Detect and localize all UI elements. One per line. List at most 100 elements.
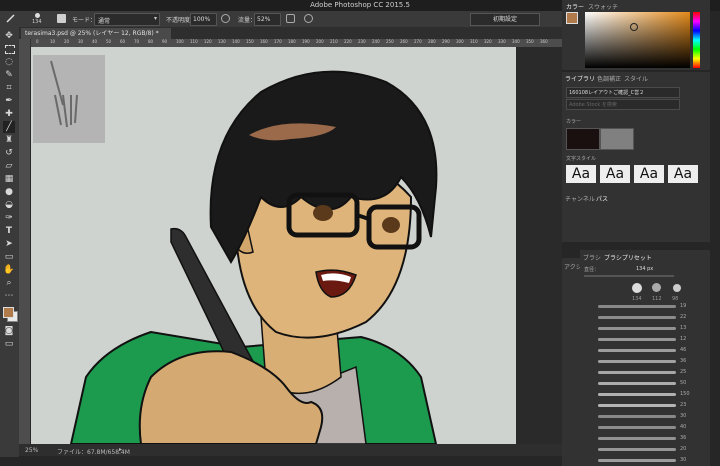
pen-tool-icon[interactable]: ✑: [3, 212, 15, 224]
tab-color[interactable]: カラー: [566, 2, 584, 11]
brush-tool-icon[interactable]: ╱: [3, 121, 15, 133]
brush-size-value: 134: [32, 19, 42, 25]
shape-tool-icon[interactable]: ▭: [3, 251, 15, 263]
brush-cursor-preview: [33, 55, 105, 143]
type-tool-icon[interactable]: T: [3, 225, 15, 237]
status-menu-icon[interactable]: ▸: [119, 446, 122, 453]
preset-brush-2[interactable]: [650, 281, 664, 295]
crop-tool-icon[interactable]: ⌗: [3, 82, 15, 94]
ruler-tick: 100: [176, 39, 184, 44]
brush-stroke-preview: [598, 393, 676, 396]
chevron-down-icon: ▾: [153, 15, 157, 22]
dodge-tool-icon[interactable]: ◒: [3, 199, 15, 211]
library-panel: ライブラリ 色調補正 スタイル 160108レイアウトご確認_C営２ Adobe…: [562, 72, 710, 192]
library-swatch-2[interactable]: [600, 128, 634, 150]
marquee-tool-icon[interactable]: [3, 43, 15, 55]
brush-stroke-preview: [598, 316, 676, 319]
brush-preset-row[interactable]: 30: [584, 456, 704, 466]
brush-preset-row[interactable]: 12: [584, 335, 704, 345]
brush-preset-row[interactable]: 30: [584, 412, 704, 422]
tab-libraries[interactable]: ライブラリ: [565, 74, 595, 83]
tab-swatches[interactable]: スウォッチ: [588, 2, 618, 11]
document-canvas[interactable]: [31, 47, 516, 444]
opacity-field[interactable]: 100%: [190, 13, 217, 26]
brush-preset-row[interactable]: 20: [584, 445, 704, 455]
blur-tool-icon[interactable]: ●: [3, 186, 15, 198]
channels-panel: チャンネル パス: [562, 192, 710, 242]
brush-preset-row[interactable]: 19: [584, 302, 704, 312]
size-slider[interactable]: [584, 275, 674, 277]
brush-panel-toggle-icon[interactable]: [57, 14, 66, 23]
brush-preview-icon: [50, 60, 78, 128]
color-field[interactable]: [585, 12, 690, 68]
hue-slider[interactable]: [693, 12, 700, 68]
flow-field[interactable]: 52%: [254, 13, 281, 26]
hand-tool-icon[interactable]: ✋: [3, 264, 15, 276]
document-tab[interactable]: terasima3.psd @ 25% (レイヤー 12, RGB/8) *: [21, 28, 171, 39]
text-style-tile[interactable]: Aa: [668, 165, 698, 183]
size-pressure-icon[interactable]: [304, 14, 313, 23]
text-style-tile[interactable]: Aa: [566, 165, 596, 183]
opacity-pressure-icon[interactable]: [221, 14, 230, 23]
preset-brush-3[interactable]: [670, 281, 684, 295]
brush-preset-picker[interactable]: 134: [30, 12, 50, 26]
brush-preset-row[interactable]: 50: [584, 379, 704, 389]
healing-tool-icon[interactable]: ✚: [3, 108, 15, 120]
color-foreground-swatch[interactable]: [566, 12, 578, 24]
quick-mask-icon[interactable]: ◙: [3, 325, 15, 337]
color-panel: カラー スウォッチ: [562, 0, 710, 70]
ruler-tick: 50: [106, 39, 112, 44]
lasso-tool-icon[interactable]: ◌: [3, 56, 15, 68]
brush-preset-row[interactable]: 22: [584, 313, 704, 323]
mode-value: 通常: [98, 18, 111, 25]
tab-styles[interactable]: スタイル: [624, 74, 648, 83]
zoom-level[interactable]: 25%: [25, 447, 38, 454]
clone-stamp-tool-icon[interactable]: ♜: [3, 134, 15, 146]
library-select[interactable]: 160108レイアウトご確認_C営２: [566, 87, 680, 98]
more-tools-icon[interactable]: ⋯: [3, 290, 15, 302]
brush-stroke-preview: [598, 415, 676, 418]
text-style-tile[interactable]: Aa: [634, 165, 664, 183]
preset-brush-1[interactable]: [630, 281, 644, 295]
eraser-tool-icon[interactable]: ▱: [3, 160, 15, 172]
tab-adjustments[interactable]: 色調補正: [597, 74, 621, 83]
brush-preset-row[interactable]: 13: [584, 324, 704, 334]
history-brush-tool-icon[interactable]: ↺: [3, 147, 15, 159]
brush-tool-icon[interactable]: [6, 14, 15, 23]
airbrush-icon[interactable]: [286, 14, 295, 23]
move-tool-icon[interactable]: ✥: [3, 30, 15, 42]
gradient-tool-icon[interactable]: ▦: [3, 173, 15, 185]
brush-preset-row[interactable]: 23: [584, 401, 704, 411]
library-swatch-1[interactable]: [566, 128, 600, 150]
path-select-tool-icon[interactable]: ➤: [3, 238, 15, 250]
ruler-tick: 80: [148, 39, 154, 44]
ruler-tick: 250: [386, 39, 394, 44]
ruler-tick: 30: [78, 39, 84, 44]
brush-preset-row[interactable]: 25: [584, 368, 704, 378]
search-placeholder: Adobe Stock を検索: [569, 102, 617, 108]
tab-channels[interactable]: チャンネル: [565, 194, 595, 203]
brush-size-label: 36: [680, 435, 687, 441]
screen-mode-icon[interactable]: ▭: [3, 338, 15, 350]
foreground-color-swatch[interactable]: [3, 307, 14, 318]
brush-preset-row[interactable]: 150: [584, 390, 704, 400]
mode-select[interactable]: 通常 ▾: [94, 13, 160, 26]
brush-preset-row[interactable]: 36: [584, 434, 704, 444]
eyedropper-tool-icon[interactable]: ✒: [3, 95, 15, 107]
search-input[interactable]: Adobe Stock を検索: [566, 99, 680, 110]
tab-paths[interactable]: パス: [596, 194, 608, 203]
text-style-tile[interactable]: Aa: [600, 165, 630, 183]
tab-brush[interactable]: ブラシ: [583, 253, 601, 262]
ruler-tick: 220: [344, 39, 352, 44]
brush-preset-row[interactable]: 40: [584, 423, 704, 433]
color-picker-ring[interactable]: [630, 23, 638, 31]
brush-preset-row[interactable]: 36: [584, 357, 704, 367]
ruler-tick: 110: [190, 39, 198, 44]
ruler-tick: 360: [540, 39, 548, 44]
zoom-tool-icon[interactable]: ⌕: [3, 277, 15, 289]
brush-preset-row[interactable]: 46: [584, 346, 704, 356]
workspace-select[interactable]: 初期設定: [470, 13, 540, 26]
brush-size-label: 50: [680, 380, 687, 386]
tab-brush-presets[interactable]: ブラシプリセット: [604, 253, 652, 262]
quick-select-tool-icon[interactable]: ✎: [3, 69, 15, 81]
